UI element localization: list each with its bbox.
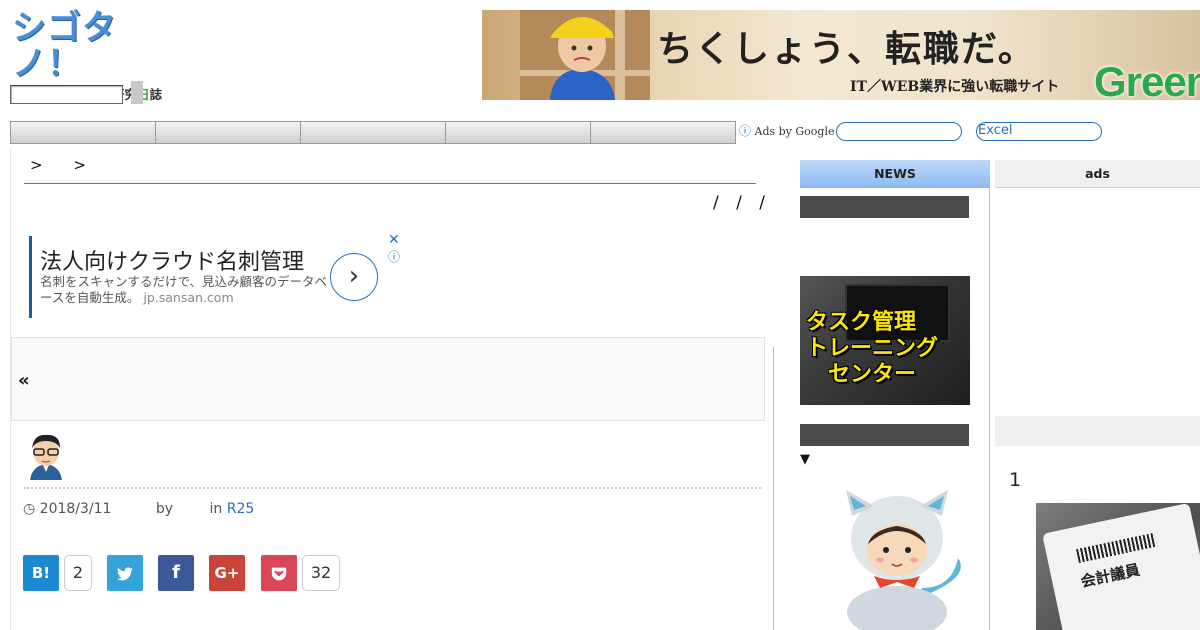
ticket-text: 会計議員 — [1079, 560, 1142, 591]
info-icon[interactable]: ⓘ — [388, 248, 400, 265]
sidebar-heading-bar — [995, 416, 1200, 446]
share-links[interactable]: / / / — [713, 193, 771, 213]
info-icon: ⓘ — [739, 124, 752, 138]
pocket-icon — [271, 567, 287, 580]
dotted-divider — [24, 487, 761, 489]
hatena-bookmark-button[interactable]: B! — [23, 555, 59, 591]
logo-title: シゴタノ！ — [12, 8, 117, 84]
site-logo[interactable]: シゴタノ！ 仕事を楽しくする研究日誌 — [12, 10, 182, 102]
banner-headline: ちくしょう、転職だ。 — [657, 28, 1036, 70]
banner-brand: Green — [1094, 58, 1200, 100]
divider — [800, 187, 990, 188]
ad-title[interactable]: 法人向けクラウド名刺管理 — [40, 244, 304, 276]
rank-number: 1 — [1009, 469, 1022, 491]
column-divider — [773, 347, 774, 630]
pocket-save-button[interactable] — [261, 555, 297, 591]
breadcrumb[interactable]: > > — [30, 156, 86, 174]
post-date: 2018/3/11 — [39, 501, 112, 517]
promo-text: タスク管理 トレーニング センター — [806, 310, 939, 387]
wolf-mascot-image[interactable] — [822, 488, 972, 630]
ad-url: jp.sansan.com — [143, 290, 234, 305]
header-banner-ad[interactable]: ちくしょう、転職だ。 IT／WEB業界に強い転職サイト Green — [482, 10, 1200, 100]
task-training-banner[interactable]: タスク管理 トレーニング センター — [800, 276, 970, 405]
facebook-share-button[interactable]: f — [158, 555, 194, 591]
child-photo-icon — [520, 10, 650, 100]
text-ad[interactable]: 法人向けクラウド名刺管理 名刺をスキャンするだけで、見込み顧客のデータベースを自… — [29, 232, 401, 318]
sidebar-heading-bar — [800, 424, 969, 446]
nav-item[interactable] — [11, 122, 156, 143]
global-nav — [10, 121, 736, 144]
tab-news[interactable]: NEWS — [800, 160, 990, 187]
category-in: in — [209, 501, 223, 517]
post-meta: ◷ 2018/3/11 by in R25 — [23, 501, 254, 517]
author-by: by — [155, 501, 174, 517]
ad-keyword-link[interactable] — [836, 122, 962, 141]
sidebar-heading-bar — [800, 196, 969, 218]
prev-post-link[interactable]: « — [18, 370, 30, 391]
post-navigation: « — [11, 337, 765, 421]
nav-item[interactable] — [591, 122, 735, 143]
ad-description: 名刺をスキャンするだけで、見込み顧客のデータベースを自動生成。 jp.sansa… — [40, 274, 328, 305]
search-input[interactable] — [10, 85, 123, 104]
google-plus-share-button[interactable]: G+ — [209, 555, 245, 591]
banner-subtext: IT／WEB業界に強い転職サイト — [850, 79, 1060, 95]
category-link[interactable]: R25 — [227, 501, 255, 517]
close-icon[interactable]: ✕ — [388, 232, 400, 248]
search-button[interactable] — [131, 81, 143, 104]
nav-item[interactable] — [301, 122, 446, 143]
ads-by-google[interactable]: ⓘ Ads by Google — [739, 122, 835, 139]
chevron-right-icon[interactable]: › — [330, 253, 378, 301]
clock-icon: ◷ — [23, 501, 36, 517]
ad-keyword-link-excel[interactable]: Excel — [976, 122, 1102, 141]
divider — [24, 183, 756, 184]
pocket-count: 32 — [302, 555, 340, 591]
hatena-count: 2 — [64, 555, 92, 591]
nav-item[interactable] — [446, 122, 591, 143]
nav-item[interactable] — [156, 122, 301, 143]
column-divider — [989, 187, 990, 630]
barcode-image — [1076, 532, 1158, 563]
twitter-share-button[interactable] — [107, 555, 143, 591]
twitter-icon — [117, 566, 133, 580]
triangle-down-icon[interactable]: ▼ — [800, 452, 810, 467]
ranking-thumbnail[interactable]: 会計議員 — [1036, 503, 1200, 630]
tab-ads[interactable]: ads — [995, 160, 1200, 188]
author-avatar[interactable] — [26, 432, 66, 480]
